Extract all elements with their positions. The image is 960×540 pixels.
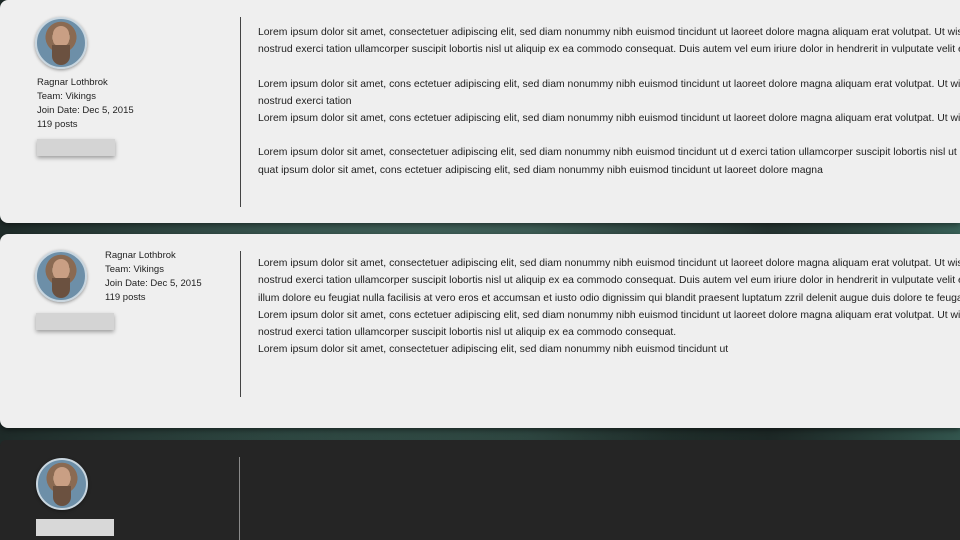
viking-avatar-icon[interactable]	[35, 17, 87, 69]
user-rank-badge	[36, 313, 114, 330]
post-line: Lorem ipsum dolor sit amet, cons ectetue…	[258, 309, 960, 321]
author-team: Team: Vikings	[37, 91, 96, 102]
author-join-date: Join Date: Dec 5, 2015	[105, 278, 202, 289]
author-post-count: 119 posts	[105, 292, 146, 303]
post-line: Lorem ipsum dolor sit amet, consectetuer…	[258, 344, 729, 356]
author-team: Team: Vikings	[105, 264, 164, 275]
post-divider	[240, 17, 241, 207]
forum-post: Ragnar Lothbrok Team: Vikings Join Date:…	[0, 234, 960, 428]
author-name[interactable]: Ragnar Lothbrok	[37, 76, 134, 90]
post-line: Lorem ipsum dolor sit amet, cons ectetue…	[258, 78, 960, 90]
author-post-count: 119 posts	[37, 119, 78, 130]
post-body: Lorem ipsum dolor sit amet, consectetuer…	[258, 24, 960, 179]
post-divider	[239, 457, 240, 540]
post-line: Lorem ipsum dolor sit amet, consectetuer…	[258, 147, 960, 159]
post-line: nostrud exerci tation	[258, 95, 352, 107]
post-line: nostrud exerci tation ullamcorper suscip…	[258, 44, 960, 56]
post-body: Lorem ipsum dolor sit amet, consectetuer…	[258, 255, 960, 359]
post-divider	[240, 251, 241, 397]
post-line: quat ipsum dolor sit amet, cons ectetuer…	[258, 164, 823, 176]
author-info: Ragnar Lothbrok Team: Vikings Join Date:…	[37, 76, 134, 132]
post-line: illum dolore eu feugiat nulla facilisis …	[258, 292, 960, 304]
post-line: Lorem ipsum dolor sit amet, cons ectetue…	[258, 113, 960, 125]
forum-post	[0, 440, 960, 540]
post-line: Lorem ipsum dolor sit amet, consectetuer…	[258, 27, 960, 38]
viking-avatar-icon[interactable]	[36, 458, 88, 510]
forum-post: Ragnar Lothbrok Team: Vikings Join Date:…	[0, 0, 960, 223]
user-rank-badge	[36, 519, 114, 536]
post-line: nostrud exerci tation ullamcorper suscip…	[258, 327, 677, 339]
author-join-date: Join Date: Dec 5, 2015	[37, 105, 134, 116]
post-line: Lorem ipsum dolor sit amet, consectetuer…	[258, 258, 960, 269]
user-rank-badge	[37, 139, 115, 156]
viking-avatar-icon[interactable]	[35, 250, 87, 302]
author-name[interactable]: Ragnar Lothbrok	[105, 249, 202, 263]
author-info: Ragnar Lothbrok Team: Vikings Join Date:…	[105, 249, 202, 305]
post-line: nostrud exerci tation ullamcorper suscip…	[258, 275, 960, 287]
